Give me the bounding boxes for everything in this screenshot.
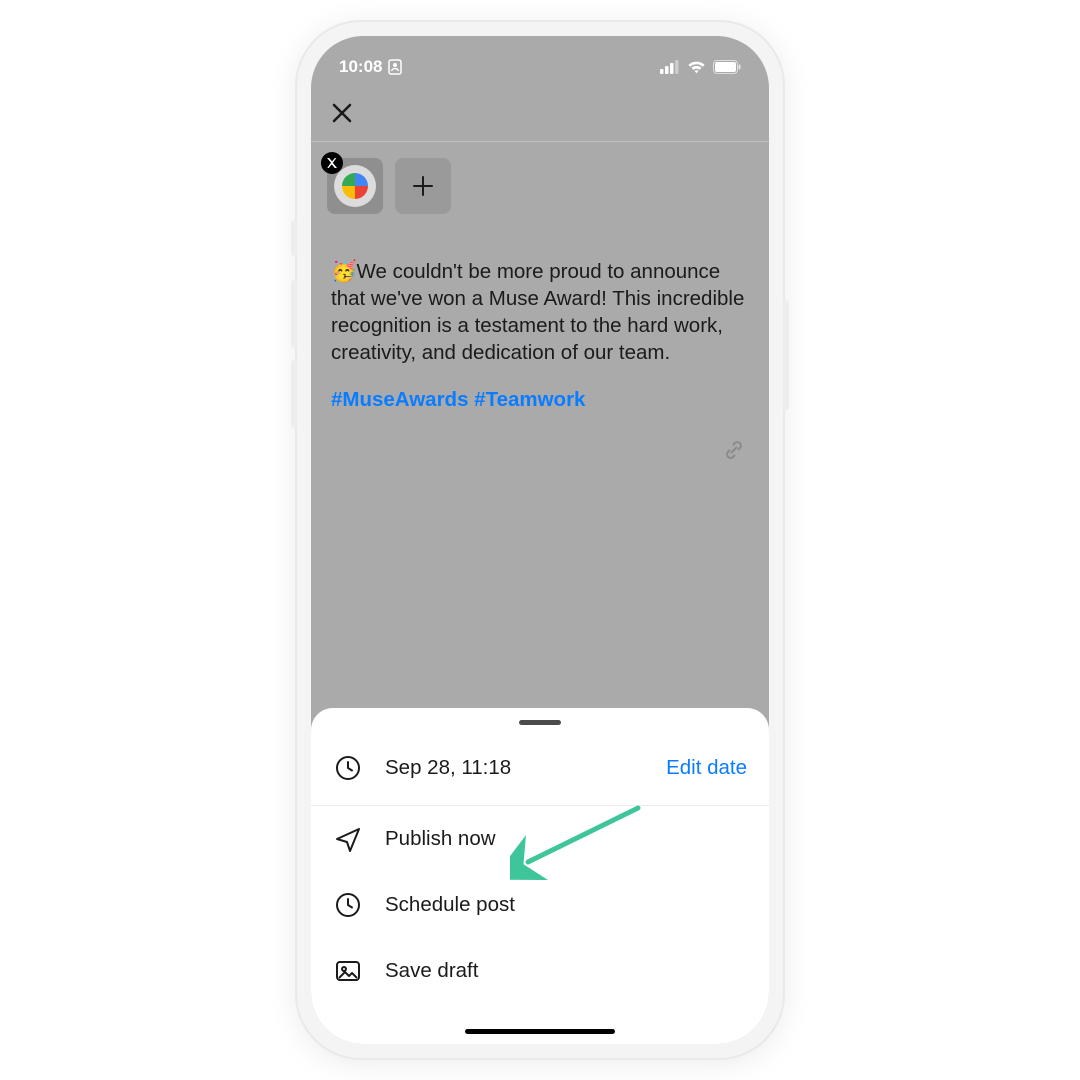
clock-icon	[333, 890, 363, 920]
phone-power-button	[783, 300, 789, 410]
avatar	[334, 165, 376, 207]
avatar-logo	[342, 173, 368, 199]
link-icon[interactable]	[721, 437, 747, 468]
compose-text-area[interactable]: 🥳We couldn't be more proud to announce t…	[311, 214, 769, 413]
scheduled-date-row[interactable]: Sep 28, 11:18 Edit date	[311, 745, 769, 806]
add-account-button[interactable]	[395, 158, 451, 214]
cellular-icon	[660, 60, 680, 74]
clock-icon	[333, 753, 363, 783]
publish-now-row[interactable]: Publish now	[311, 806, 769, 872]
close-icon	[331, 102, 353, 124]
edit-date-link[interactable]: Edit date	[666, 756, 747, 780]
post-hashtags: #MuseAwards #Teamwork	[331, 386, 749, 413]
battery-icon	[713, 60, 741, 74]
x-badge-icon	[321, 152, 343, 174]
plus-icon	[411, 174, 435, 198]
phone-volume-up	[291, 280, 297, 348]
status-bar: 10:08	[311, 36, 769, 84]
send-icon	[333, 824, 363, 854]
scheduled-date-label: Sep 28, 11:18	[385, 756, 644, 780]
home-indicator[interactable]	[465, 1029, 615, 1034]
status-time: 10:08	[339, 57, 382, 77]
screen: 10:08	[311, 36, 769, 1044]
selected-account-chip[interactable]	[327, 158, 383, 214]
phone-volume-down	[291, 360, 297, 428]
publish-now-label: Publish now	[385, 827, 747, 851]
wifi-icon	[687, 60, 706, 74]
action-sheet: Sep 28, 11:18 Edit date Publish now Sche…	[311, 708, 769, 1044]
person-card-icon	[388, 59, 402, 75]
close-button[interactable]	[325, 96, 359, 130]
sheet-grabber[interactable]	[519, 720, 561, 725]
phone-frame: 10:08	[295, 20, 785, 1060]
save-draft-row[interactable]: Save draft	[311, 938, 769, 1004]
post-emoji: 🥳	[331, 260, 357, 283]
save-draft-label: Save draft	[385, 959, 747, 983]
top-bar	[311, 84, 769, 142]
image-icon	[333, 956, 363, 986]
phone-side-button	[291, 220, 297, 256]
schedule-post-label: Schedule post	[385, 893, 747, 917]
schedule-post-row[interactable]: Schedule post	[311, 872, 769, 938]
account-selector-row	[311, 142, 769, 214]
post-text: We couldn't be more proud to announce th…	[331, 260, 744, 364]
